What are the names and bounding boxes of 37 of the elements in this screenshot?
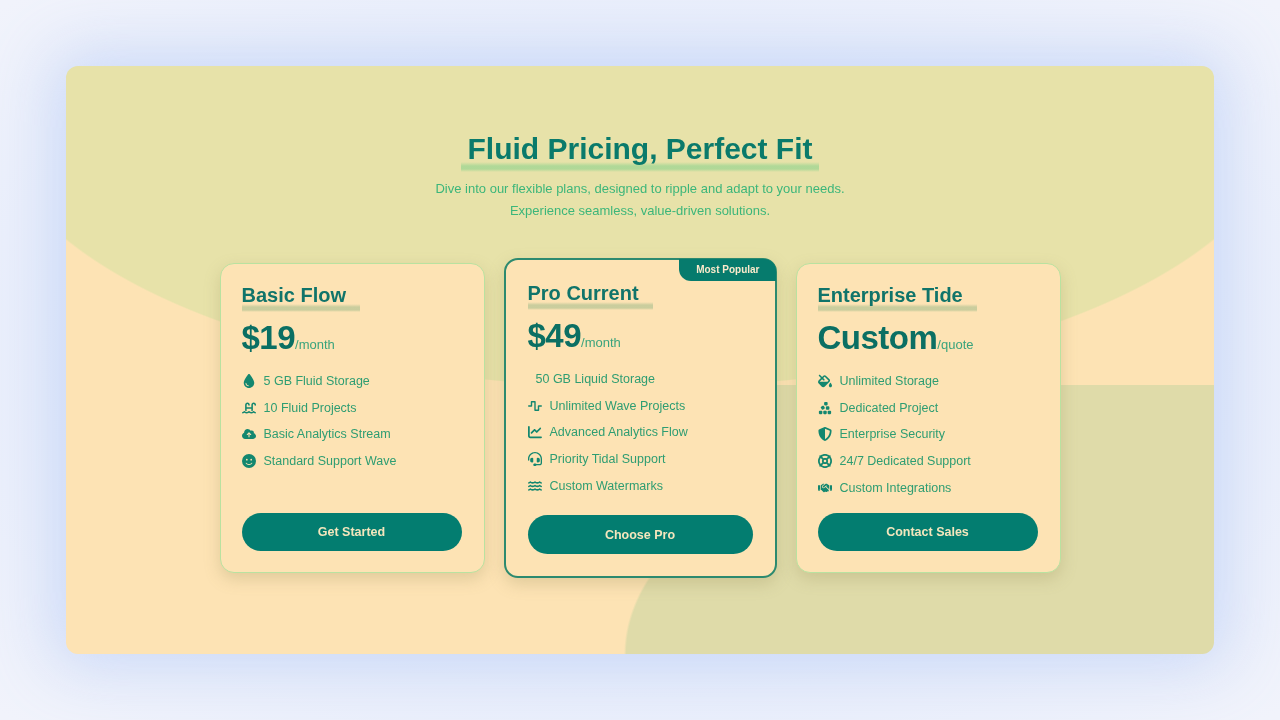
feature-text: 50 GB Liquid Storage bbox=[534, 372, 656, 387]
smiley-icon bbox=[241, 454, 256, 469]
cloud-upload-icon bbox=[241, 427, 256, 442]
plan-button[interactable]: Get Started bbox=[241, 513, 462, 551]
feature-text: Advanced Analytics Flow bbox=[549, 425, 688, 440]
plan-button[interactable]: Contact Sales bbox=[817, 513, 1038, 551]
feature-text: Unlimited Storage bbox=[839, 374, 939, 389]
pool-ladder-icon bbox=[241, 400, 256, 415]
plan-price: $49 bbox=[527, 316, 582, 356]
page-subtitle: Dive into our flexible plans, designed to ripple and adapt to your needs. Experience seamless, value-driven solutions. bbox=[434, 180, 846, 220]
price-period: /quote bbox=[937, 337, 974, 352]
feature-text: Custom Watermarks bbox=[549, 478, 663, 493]
feature-text: Basic Analytics Stream bbox=[263, 427, 391, 442]
feature-text: Unlimited Wave Projects bbox=[549, 398, 686, 413]
shield-icon bbox=[817, 427, 832, 442]
plan-price: $19 bbox=[241, 318, 296, 358]
popular-badge: Most Popular bbox=[679, 259, 776, 281]
feature-text: 24/7 Dedicated Support bbox=[839, 454, 971, 469]
price-period: /month bbox=[581, 335, 621, 350]
feature-text: Dedicated Project bbox=[839, 400, 939, 415]
waves-icon bbox=[527, 478, 542, 493]
plan-button[interactable]: Choose Pro bbox=[527, 515, 753, 554]
feature-text: Custom Integrations bbox=[839, 480, 952, 495]
square-wave-icon bbox=[527, 398, 542, 413]
stacked-cubes-icon bbox=[817, 400, 832, 415]
line-chart-icon bbox=[527, 425, 542, 440]
droplet-icon bbox=[241, 374, 256, 389]
feature-text: 5 GB Fluid Storage bbox=[263, 374, 370, 389]
life-ring-icon bbox=[817, 454, 832, 469]
feature-text: Priority Tidal Support bbox=[549, 452, 666, 467]
paint-bucket-icon bbox=[817, 374, 832, 389]
price-period: /month bbox=[295, 337, 335, 352]
feature-text: Enterprise Security bbox=[839, 427, 946, 442]
feature-text: 10 Fluid Projects bbox=[263, 400, 357, 415]
feature-text: Standard Support Wave bbox=[263, 454, 397, 469]
plan-price: Custom bbox=[817, 318, 938, 358]
headset-icon bbox=[527, 452, 542, 467]
